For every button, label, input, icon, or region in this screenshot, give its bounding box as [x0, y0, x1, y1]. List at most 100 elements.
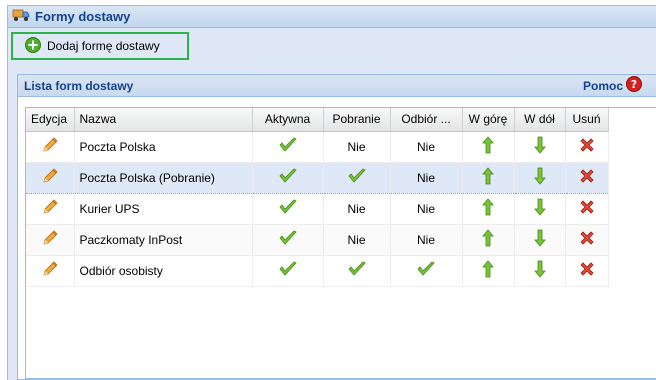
cod-cell	[323, 255, 391, 287]
help-icon: ?	[626, 76, 642, 95]
pickup-cell	[390, 255, 463, 287]
check-icon	[347, 260, 367, 281]
col-header-edit[interactable]: Edycja	[26, 108, 75, 132]
arrow-up-icon[interactable]	[482, 229, 494, 250]
table-row[interactable]: Paczkomaty InPost Nie Nie	[26, 224, 609, 256]
col-header-name[interactable]: Nazwa	[74, 108, 253, 132]
move-up-cell	[462, 131, 515, 163]
delivery-name: Odbiór osobisty	[79, 263, 163, 278]
arrow-down-icon[interactable]	[533, 229, 546, 250]
cod-cell: Nie	[323, 131, 391, 163]
name-cell: Kurier UPS	[74, 193, 253, 225]
active-cell	[252, 161, 324, 194]
plus-circle-icon	[25, 36, 41, 56]
delete-cell	[565, 193, 609, 225]
move-up-cell	[462, 161, 515, 194]
col-header-down[interactable]: W dół	[514, 108, 566, 132]
add-delivery-form-button[interactable]: Dodaj formę dostawy	[11, 32, 189, 60]
cod-cell: Nie	[323, 224, 391, 256]
arrow-down-icon[interactable]	[533, 167, 546, 188]
table-row[interactable]: Poczta Polska (Pobranie) Nie	[26, 161, 609, 194]
check-icon	[278, 198, 298, 219]
col-header-active[interactable]: Aktywna	[252, 108, 324, 132]
edit-cell	[26, 131, 75, 163]
delete-icon[interactable]	[579, 168, 595, 187]
pickup-cell: Nie	[390, 161, 463, 194]
cod-cell	[323, 161, 391, 194]
delivery-name: Paczkomaty InPost	[79, 232, 183, 247]
move-down-cell	[514, 161, 566, 194]
pencil-icon[interactable]	[41, 229, 59, 250]
arrow-up-icon[interactable]	[482, 167, 494, 188]
delivery-name: Kurier UPS	[79, 201, 140, 216]
add-delivery-form-label: Dodaj formę dostawy	[47, 39, 160, 53]
active-cell	[252, 224, 324, 256]
table-row[interactable]: Poczta Polska Nie Nie	[26, 131, 609, 163]
active-cell	[252, 255, 324, 287]
pencil-icon[interactable]	[41, 260, 59, 281]
pickup-cell: Nie	[390, 224, 463, 256]
delete-icon[interactable]	[579, 137, 595, 156]
delete-cell	[565, 255, 609, 287]
arrow-down-icon[interactable]	[533, 260, 546, 281]
edit-cell	[26, 193, 75, 225]
pencil-icon[interactable]	[41, 198, 59, 219]
name-cell: Poczta Polska	[74, 131, 253, 163]
edit-cell	[26, 161, 75, 194]
delivery-name: Poczta Polska	[79, 139, 156, 154]
check-icon	[278, 167, 298, 188]
col-header-cod[interactable]: Pobranie	[323, 108, 391, 132]
help-label: Pomoc	[582, 78, 623, 93]
col-header-delete[interactable]: Usuń	[565, 108, 609, 132]
edit-cell	[26, 255, 75, 287]
table-row[interactable]: Odbiór osobisty	[26, 255, 609, 287]
arrow-up-icon[interactable]	[482, 260, 494, 281]
pickup-value: Nie	[416, 201, 435, 216]
pickup-value: Nie	[416, 232, 435, 247]
delete-cell	[565, 131, 609, 163]
pencil-icon[interactable]	[41, 136, 59, 157]
window-title-bar: Formy dostawy	[8, 6, 656, 28]
pickup-value: Nie	[416, 139, 435, 154]
cod-value: Nie	[347, 232, 366, 247]
pickup-cell: Nie	[390, 131, 463, 163]
col-header-pickup[interactable]: Odbiór ...	[390, 108, 463, 132]
arrow-up-icon[interactable]	[482, 136, 494, 157]
check-icon	[347, 167, 367, 188]
check-icon	[278, 260, 298, 281]
active-cell	[252, 131, 324, 163]
move-down-cell	[514, 131, 566, 163]
delivery-forms-grid: Edycja Nazwa Aktywna Pobranie Odbiór ...…	[25, 107, 656, 379]
name-cell: Poczta Polska (Pobranie)	[74, 161, 253, 194]
pickup-cell: Nie	[390, 193, 463, 225]
delete-icon[interactable]	[579, 199, 595, 218]
table-row[interactable]: Kurier UPS Nie Nie	[26, 193, 609, 225]
pencil-icon[interactable]	[41, 167, 59, 188]
move-up-cell	[462, 224, 515, 256]
arrow-up-icon[interactable]	[482, 198, 494, 219]
move-up-cell	[462, 255, 515, 287]
check-icon	[278, 229, 298, 250]
move-down-cell	[514, 193, 566, 225]
panel-header: Lista form dostawy Pomoc ?	[18, 75, 656, 97]
check-icon	[416, 260, 436, 281]
active-cell	[252, 193, 324, 225]
name-cell: Paczkomaty InPost	[74, 224, 253, 256]
move-down-cell	[514, 224, 566, 256]
truck-icon	[12, 8, 30, 25]
col-header-up[interactable]: W górę	[462, 108, 515, 132]
window-title: Formy dostawy	[35, 9, 131, 24]
edit-cell	[26, 224, 75, 256]
toolbar: Dodaj formę dostawy	[8, 28, 656, 66]
arrow-down-icon[interactable]	[533, 198, 546, 219]
cod-value: Nie	[347, 139, 366, 154]
delivery-forms-window: Formy dostawy Dodaj formę dostawy Lista …	[7, 5, 656, 380]
grid-header-row: Edycja Nazwa Aktywna Pobranie Odbiór ...…	[26, 108, 609, 132]
svg-text:?: ?	[631, 78, 637, 91]
help-link[interactable]: Pomoc ?	[583, 76, 642, 95]
delete-icon[interactable]	[579, 261, 595, 280]
arrow-down-icon[interactable]	[533, 136, 546, 157]
delete-cell	[565, 161, 609, 194]
delete-icon[interactable]	[579, 230, 595, 249]
panel-title: Lista form dostawy	[24, 78, 134, 93]
